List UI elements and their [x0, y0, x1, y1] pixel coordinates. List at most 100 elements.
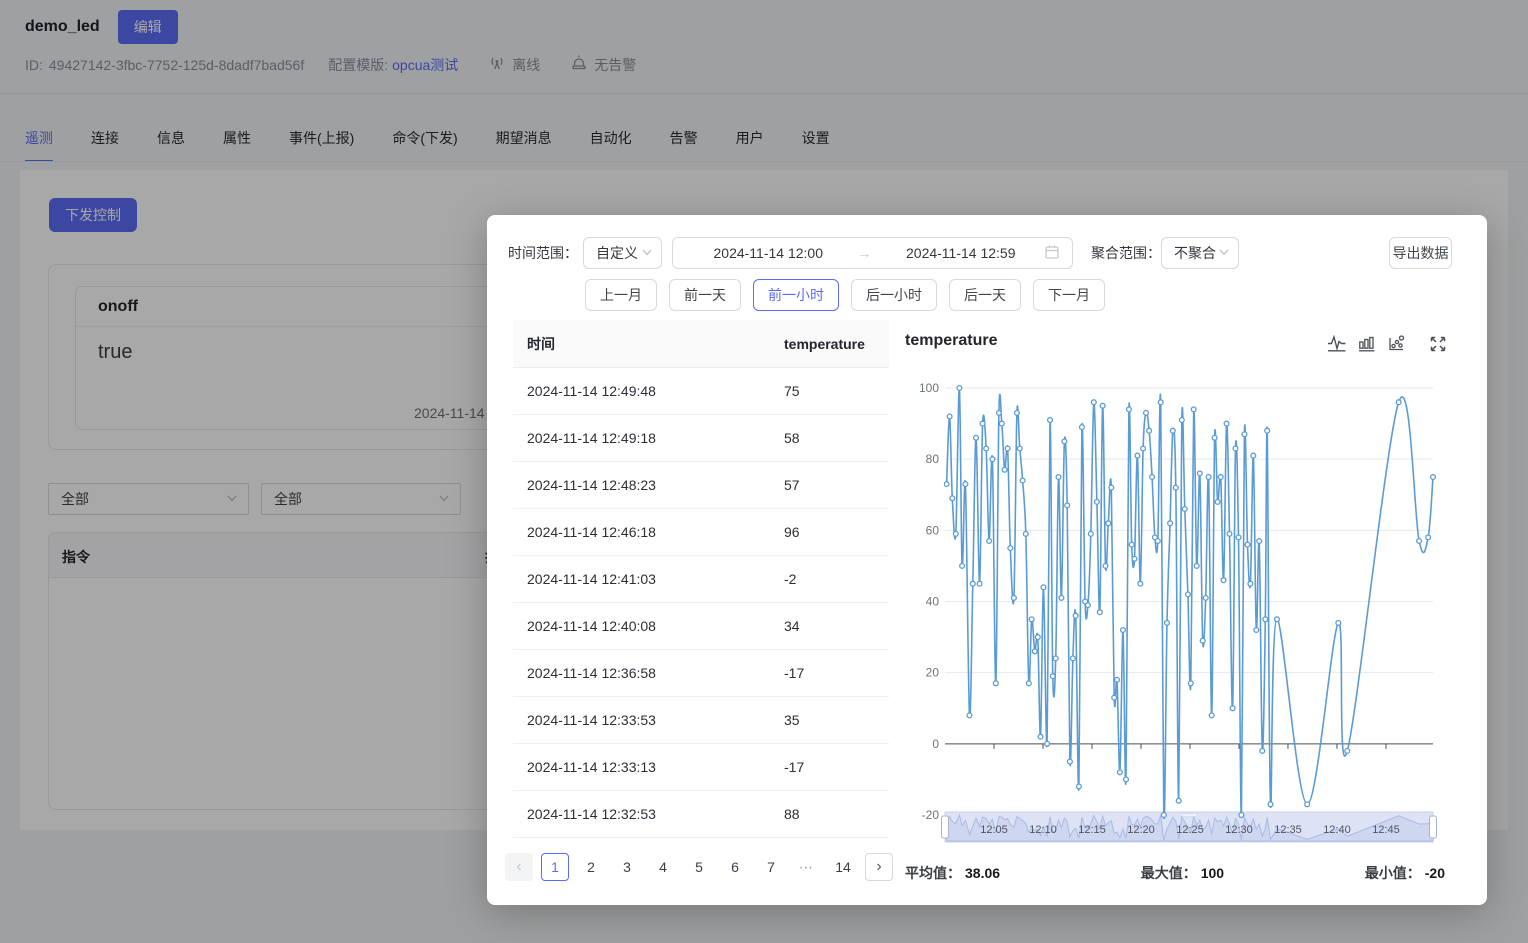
- history-table: 时间 temperature 2024-11-14 12:49:48752024…: [513, 320, 889, 838]
- row-value: 75: [758, 383, 889, 399]
- date-range-input[interactable]: 2024-11-14 12:00 → 2024-11-14 12:59: [672, 237, 1073, 269]
- quick-button-后一小时[interactable]: 后一小时: [851, 279, 937, 311]
- row-value: 88: [758, 806, 889, 822]
- history-table-header: 时间 temperature: [513, 320, 889, 368]
- page-3[interactable]: 3: [613, 853, 641, 881]
- quick-button-后一天[interactable]: 后一天: [949, 279, 1021, 311]
- aggregate-label: 聚合范围：: [1091, 237, 1161, 269]
- chevron-down-icon: [1218, 245, 1230, 261]
- temperature-chart: 100806040200-2012:0512:1012:1512:2012:25…: [905, 380, 1445, 848]
- date-end-value[interactable]: 2024-11-14 12:59: [878, 245, 1045, 261]
- temperature-series: [944, 386, 1435, 820]
- history-table-body: 2024-11-14 12:49:48752024-11-14 12:49:18…: [513, 368, 889, 838]
- svg-text:12:20: 12:20: [1127, 824, 1155, 836]
- temperature-chart-svg: 100806040200-2012:0512:1012:1512:2012:25…: [905, 380, 1445, 848]
- svg-text:-20: -20: [922, 808, 940, 822]
- table-row: 2024-11-14 12:49:1858: [513, 415, 889, 462]
- min-value: -20: [1425, 865, 1445, 881]
- chart-stats: 平均值：38.06 最大值：100 最小值：-20: [905, 863, 1445, 883]
- chart-tools: [1327, 335, 1446, 352]
- date-start-value[interactable]: 2024-11-14 12:00: [685, 245, 852, 261]
- svg-text:12:05: 12:05: [980, 824, 1008, 836]
- svg-text:100: 100: [919, 381, 939, 395]
- time-range-label: 时间范围：: [508, 237, 578, 269]
- row-value: -2: [758, 571, 889, 587]
- history-data-modal: 时间范围： 自定义 2024-11-14 12:00 → 2024-11-14 …: [487, 215, 1487, 905]
- page-4[interactable]: 4: [649, 853, 677, 881]
- table-row: 2024-11-14 12:36:58-17: [513, 650, 889, 697]
- fullscreen-icon[interactable]: [1430, 336, 1446, 352]
- svg-text:60: 60: [926, 523, 940, 537]
- row-time: 2024-11-14 12:48:23: [513, 477, 758, 493]
- table-row: 2024-11-14 12:40:0834: [513, 603, 889, 650]
- table-row: 2024-11-14 12:48:2357: [513, 462, 889, 509]
- svg-text:12:15: 12:15: [1078, 824, 1106, 836]
- pagination-ellipsis: ⋯: [793, 853, 821, 881]
- row-time: 2024-11-14 12:41:03: [513, 571, 758, 587]
- max-stat: 最大值：100: [1141, 863, 1224, 883]
- row-value: 34: [758, 618, 889, 634]
- max-label: 最大值：: [1141, 865, 1197, 881]
- quick-button-下一月[interactable]: 下一月: [1033, 279, 1105, 311]
- quick-range-buttons: 上一月前一天前一小时后一小时后一天下一月: [585, 279, 1105, 311]
- scatter-chart-icon[interactable]: [1387, 335, 1405, 352]
- time-range-select[interactable]: 自定义: [583, 237, 662, 269]
- row-value: -17: [758, 759, 889, 775]
- svg-text:12:45: 12:45: [1372, 824, 1400, 836]
- avg-stat: 平均值：38.06: [905, 863, 1000, 883]
- time-column-header: 时间: [513, 334, 758, 354]
- next-page-button[interactable]: ›: [865, 853, 893, 881]
- min-label: 最小值：: [1365, 865, 1421, 881]
- row-value: 35: [758, 712, 889, 728]
- quick-button-上一月[interactable]: 上一月: [585, 279, 657, 311]
- prev-page-button[interactable]: ‹: [505, 853, 533, 881]
- chevron-down-icon: [641, 245, 653, 261]
- page-14[interactable]: 14: [829, 853, 857, 881]
- table-row: 2024-11-14 12:33:5335: [513, 697, 889, 744]
- svg-text:12:25: 12:25: [1176, 824, 1204, 836]
- datazoom-left-handle[interactable]: [942, 816, 949, 838]
- row-value: -17: [758, 665, 889, 681]
- svg-text:40: 40: [926, 595, 940, 609]
- row-value: 57: [758, 477, 889, 493]
- row-time: 2024-11-14 12:33:13: [513, 759, 758, 775]
- svg-text:12:40: 12:40: [1323, 824, 1351, 836]
- page-2[interactable]: 2: [577, 853, 605, 881]
- datazoom-right-handle[interactable]: [1430, 816, 1437, 838]
- page-7[interactable]: 7: [757, 853, 785, 881]
- bar-chart-icon[interactable]: [1358, 335, 1376, 352]
- row-time: 2024-11-14 12:36:58: [513, 665, 758, 681]
- temperature-column-header: temperature: [758, 336, 889, 352]
- avg-value: 38.06: [965, 865, 1000, 881]
- max-value: 100: [1201, 865, 1224, 881]
- row-time: 2024-11-14 12:33:53: [513, 712, 758, 728]
- page-6[interactable]: 6: [721, 853, 749, 881]
- quick-button-前一天[interactable]: 前一天: [669, 279, 741, 311]
- row-time: 2024-11-14 12:49:48: [513, 383, 758, 399]
- row-value: 96: [758, 524, 889, 540]
- calendar-icon: [1044, 244, 1060, 263]
- svg-text:0: 0: [932, 737, 939, 751]
- avg-label: 平均值：: [905, 865, 961, 881]
- svg-text:12:30: 12:30: [1225, 824, 1253, 836]
- pagination: ‹ 1234567 ⋯ 14 ›: [505, 853, 893, 881]
- aggregate-select[interactable]: 不聚合: [1161, 237, 1239, 269]
- page-1[interactable]: 1: [541, 853, 569, 881]
- table-row: 2024-11-14 12:46:1896: [513, 509, 889, 556]
- page-5[interactable]: 5: [685, 853, 713, 881]
- row-time: 2024-11-14 12:32:53: [513, 806, 758, 822]
- quick-button-前一小时[interactable]: 前一小时: [753, 279, 839, 311]
- table-row: 2024-11-14 12:41:03-2: [513, 556, 889, 603]
- min-stat: 最小值：-20: [1365, 863, 1445, 883]
- time-range-value: 自定义: [596, 243, 638, 263]
- range-arrow-icon: →: [852, 245, 878, 261]
- table-row: 2024-11-14 12:49:4875: [513, 368, 889, 415]
- table-row: 2024-11-14 12:32:5388: [513, 791, 889, 838]
- chart-title: temperature: [905, 332, 997, 350]
- line-chart-icon[interactable]: [1327, 335, 1347, 352]
- export-data-button[interactable]: 导出数据: [1389, 237, 1452, 269]
- row-time: 2024-11-14 12:40:08: [513, 618, 758, 634]
- datazoom-brush[interactable]: 12:0512:1012:1512:2012:2512:3012:3512:40…: [942, 812, 1437, 842]
- row-time: 2024-11-14 12:46:18: [513, 524, 758, 540]
- page: demo_led 编辑 ID: 49427142-3fbc-7752-125d-…: [0, 0, 1528, 943]
